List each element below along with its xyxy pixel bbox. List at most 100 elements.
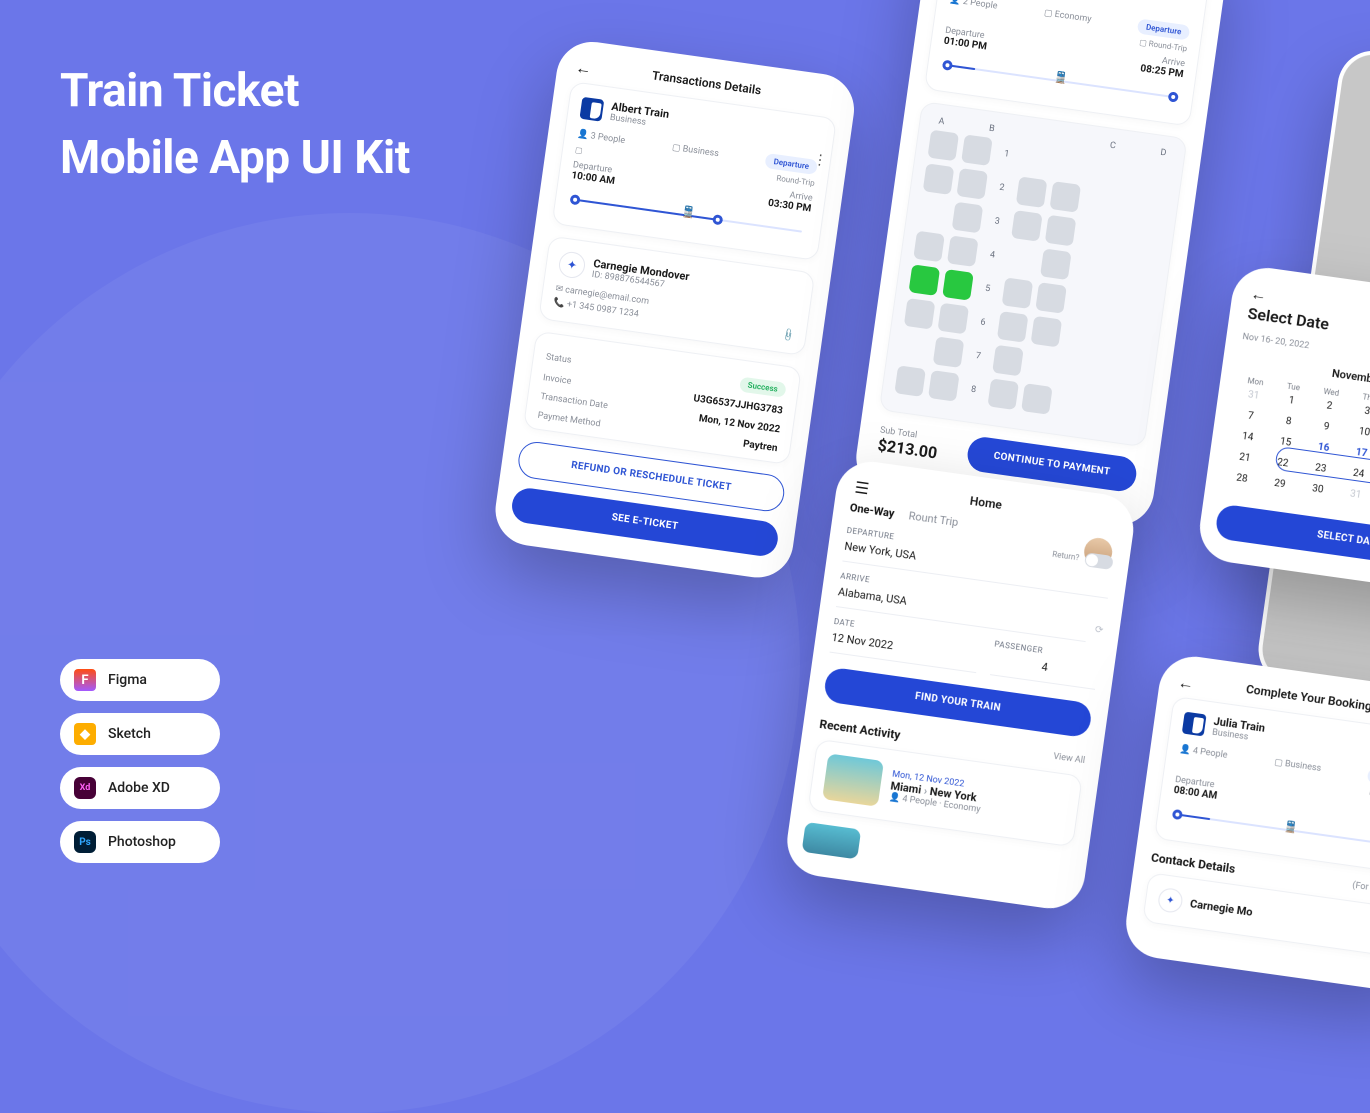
recent-thumb [822, 753, 884, 806]
calendar[interactable]: November, 2022 MonTueWedThuFriSaSu 31123… [1222, 354, 1370, 519]
seat[interactable] [997, 311, 1029, 343]
seat[interactable] [1011, 210, 1043, 242]
col-a: A [938, 117, 945, 128]
dow: Wed [1312, 385, 1351, 399]
calendar-day[interactable]: 1 [1272, 393, 1311, 409]
departure-badge: Departure [765, 153, 818, 175]
calendar-day[interactable]: 28 [1222, 471, 1261, 487]
calendar-day[interactable]: 3 [1348, 403, 1370, 419]
calendar-day[interactable]: 7 [1231, 408, 1270, 424]
seat[interactable] [992, 345, 1024, 377]
train-icon: 🚆 [681, 205, 696, 220]
seat[interactable] [961, 134, 993, 166]
train-card: Julia Train Business ⋮ 👤 4 People ▢ Busi… [1154, 696, 1370, 876]
more-icon[interactable]: ⋮ [812, 152, 826, 170]
seat-selected[interactable] [942, 269, 974, 301]
tool-label: Photoshop [108, 834, 176, 850]
seat[interactable] [927, 130, 959, 162]
back-icon[interactable]: ← [1176, 672, 1195, 694]
seat[interactable] [1031, 316, 1063, 348]
hero-line2: Mobile App UI Kit [60, 125, 410, 192]
seat[interactable] [1035, 282, 1067, 314]
tool-icon: Xd [74, 777, 96, 799]
seat[interactable] [904, 298, 936, 330]
select-date-button[interactable]: SELECT DATE [1214, 503, 1370, 575]
seat-gap [918, 197, 950, 229]
seat[interactable] [933, 336, 965, 368]
seat-gap [1021, 143, 1053, 175]
seat[interactable] [1040, 248, 1072, 280]
departure-badge: Departure [1137, 18, 1190, 40]
recent-view-all[interactable]: View All [1053, 752, 1086, 766]
seat[interactable] [1049, 181, 1081, 213]
seat-gap [1006, 244, 1038, 276]
row-number: 4 [982, 249, 1003, 262]
col-c: C [1109, 141, 1116, 152]
calendar-day[interactable]: 9 [1307, 419, 1346, 435]
dow: Tue [1274, 380, 1313, 394]
carrier-logo-icon [1182, 711, 1207, 736]
calendar-day[interactable]: 31 [1234, 387, 1273, 403]
seat[interactable] [1045, 215, 1077, 247]
trip-type: Round-Trip [1148, 39, 1188, 53]
row-number: 2 [991, 182, 1012, 195]
tool-label: Sketch [108, 726, 151, 742]
seat[interactable] [1002, 277, 1034, 309]
seat[interactable] [1021, 383, 1053, 415]
recent-thumb-peek [802, 822, 862, 860]
seat[interactable] [923, 163, 955, 195]
class-pill: ▢ Business [671, 142, 719, 158]
calendar-day[interactable]: 21 [1225, 450, 1264, 466]
back-icon[interactable]: ← [574, 58, 593, 80]
calendar-day[interactable]: 14 [1228, 429, 1267, 445]
dow: Thu [1350, 391, 1370, 405]
invoice-label: Invoice [542, 373, 572, 387]
col-d: D [1160, 148, 1167, 159]
seat-selected[interactable] [909, 264, 941, 296]
status-label: Status [545, 352, 572, 365]
calendar-day[interactable]: 30 [1298, 481, 1337, 497]
people-label: 👤 2 People [949, 0, 998, 11]
class-pill: ▢ Economy [1043, 8, 1092, 25]
calendar-day[interactable]: 8 [1269, 414, 1308, 430]
carrier-logo-icon [580, 96, 605, 121]
col-b: B [988, 124, 995, 135]
calendar-day[interactable]: 2 [1310, 398, 1349, 414]
menu-icon[interactable]: ☰ [854, 478, 871, 499]
seat[interactable] [956, 168, 988, 200]
back-icon[interactable]: ← [1249, 284, 1268, 306]
calendar-day[interactable]: 29 [1260, 476, 1299, 492]
row-number: 6 [972, 316, 993, 329]
status-badge: Success [739, 377, 787, 398]
pay-method-label: Paymet Method [537, 410, 601, 429]
seat[interactable] [913, 231, 945, 263]
seat[interactable] [952, 202, 984, 234]
seat[interactable] [928, 370, 960, 402]
seat[interactable] [937, 303, 969, 335]
screen-complete-booking: ← Complete Your Booking Julia Train Busi… [1122, 652, 1370, 995]
seat[interactable] [1016, 176, 1048, 208]
row-number: 7 [968, 350, 989, 363]
tool-chip: Ps Photoshop [60, 821, 220, 863]
calendar-day[interactable]: 10 [1345, 424, 1370, 440]
attachment-icon[interactable]: 📎 [780, 328, 795, 343]
screen-select-date: ← Select Date Nov 16- 20, 2022 November,… [1195, 263, 1370, 599]
seat[interactable] [987, 378, 1019, 410]
seat-gap [1054, 147, 1086, 179]
screen-select-seat: Select Seat Benedict Train Economy 👤 2 P… [852, 0, 1231, 530]
tool-icon: F [74, 669, 96, 691]
seat-gap [899, 332, 931, 364]
contact-heading: Contack Details [1150, 850, 1236, 876]
train-icon: 🚆 [1053, 70, 1068, 85]
seat[interactable] [947, 235, 979, 267]
row-number: 8 [963, 384, 984, 397]
row-number: 3 [987, 215, 1008, 228]
swap-icon[interactable]: ⟳ [1094, 624, 1104, 636]
return-label: Return? [1052, 550, 1080, 563]
seat-rows: 12345678 [894, 130, 1171, 427]
tool-icon: Ps [74, 831, 96, 853]
trip-type: Round-Trip [776, 174, 816, 188]
seat[interactable] [894, 365, 926, 397]
calendar-day[interactable]: 31 [1336, 487, 1370, 503]
tool-label: Figma [108, 672, 147, 688]
